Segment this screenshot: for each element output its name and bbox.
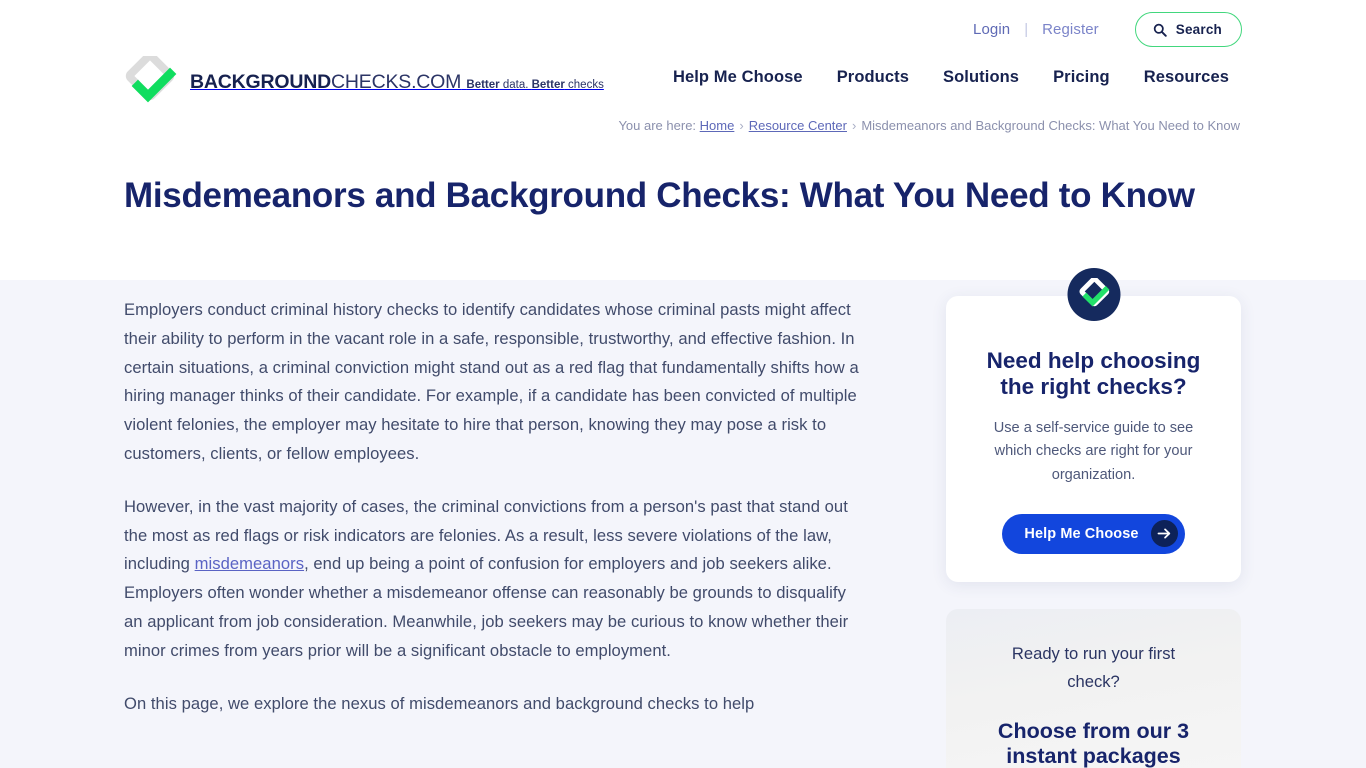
logo-tagline-better-2: Better [531,79,565,92]
help-choosing-card: Need help choosing the right checks? Use… [946,268,1241,582]
nav-item-products[interactable]: Products [820,68,926,87]
nav-item-pricing[interactable]: Pricing [1036,68,1127,87]
nav-item-help-me-choose[interactable]: Help Me Choose [656,68,820,87]
logo-wordmark: BACKGROUNDCHECKS.COM Better data. Better… [190,71,604,93]
packages-subtext: Ready to run your first check? [1011,643,1176,692]
diamond-check-badge-icon [1067,268,1120,321]
help-me-choose-button-label: Help Me Choose [1024,525,1139,542]
search-button-label: Search [1175,22,1222,37]
register-link[interactable]: Register [1028,15,1113,45]
site-logo[interactable]: BACKGROUNDCHECKS.COM Better data. Better… [124,51,604,108]
logo-word-bold: BACKGROUND [190,71,331,94]
logo-tagline-data: data. [499,79,532,92]
article-paragraph-2: However, in the vast majority of cases, … [124,493,869,666]
search-icon [1153,23,1167,37]
site-header: BACKGROUNDCHECKS.COM Better data. Better… [0,51,1366,114]
help-choosing-subtext: Use a self-service guide to see which ch… [993,419,1194,483]
logo-diamond-check-icon [124,51,180,108]
breadcrumb-separator-1: › [739,118,744,133]
help-choosing-heading: Need help choosing the right checks? [986,348,1201,400]
utility-links: Login | Register Search [959,12,1242,47]
logo-tagline-better-1: Better [466,79,500,92]
breadcrumb-current: Misdemeanors and Background Checks: What… [861,118,1240,133]
search-button[interactable]: Search [1134,12,1242,47]
arrow-right-icon [1150,520,1178,548]
login-link[interactable]: Login [959,15,1024,45]
page-title: Misdemeanors and Background Checks: What… [124,176,1195,215]
article-paragraph-3: On this page, we explore the nexus of mi… [124,693,755,713]
logo-tagline: Better data. Better checks [466,79,604,92]
sidebar: Need help choosing the right checks? Use… [946,268,1241,768]
nav-item-resources[interactable]: Resources [1127,68,1246,87]
logo-word-light: CHECKS.COM [331,71,462,94]
breadcrumb-separator-2: › [851,118,857,133]
breadcrumb-link-resource-center[interactable]: Resource Center [749,118,847,133]
breadcrumb-link-home[interactable]: Home [700,118,735,133]
utility-bar: Login | Register Search [0,0,1366,56]
misdemeanors-link[interactable]: misdemeanors [195,554,304,573]
breadcrumb: You are here: Home › Resource Center › Misde… [618,118,1240,133]
breadcrumb-prefix: You are here: [618,118,697,133]
logo-tagline-checks: checks [564,79,604,92]
instant-packages-card: Ready to run your first check? Choose fr… [946,608,1241,768]
packages-heading: Choose from our 3 instant packages [997,718,1190,768]
article-paragraph-1: Employers conduct criminal history check… [124,300,859,463]
main-navigation: Help Me Choose Products Solutions Pricin… [656,68,1246,87]
help-me-choose-button[interactable]: Help Me Choose [1002,513,1185,554]
article-body: Employers conduct criminal history check… [124,296,869,742]
nav-item-solutions[interactable]: Solutions [926,68,1036,87]
page-root: Login | Register Search BACKGROUNDCHECKS… [0,0,1366,768]
